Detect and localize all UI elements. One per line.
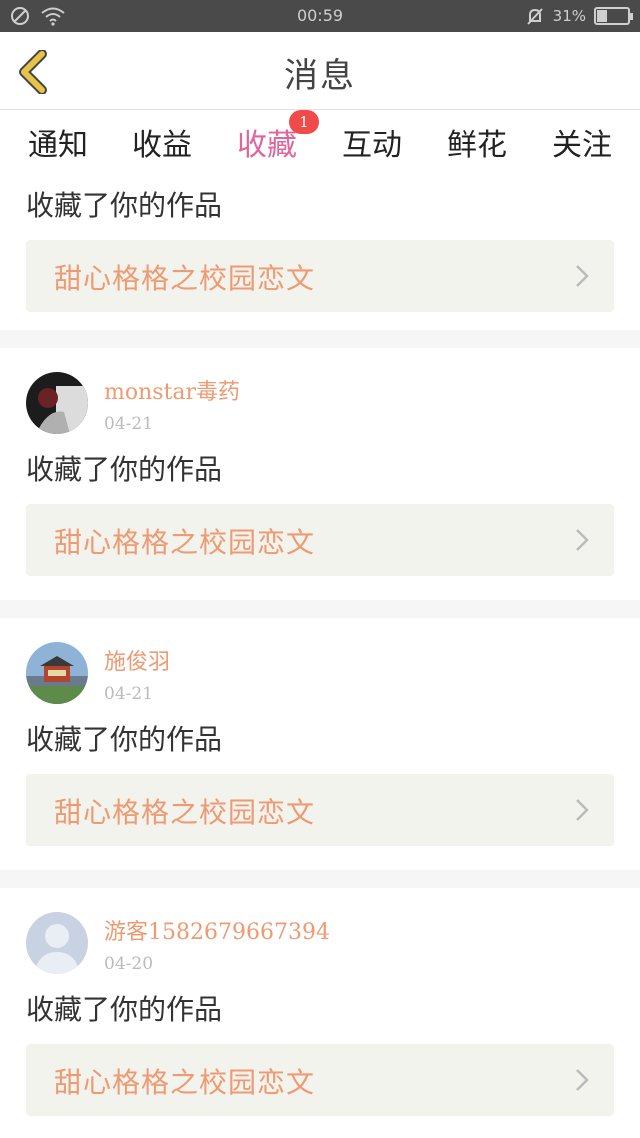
message-date: 04-20 bbox=[104, 954, 154, 974]
user-avatar[interactable] bbox=[26, 912, 88, 974]
message-action: 收藏了你的作品 bbox=[26, 453, 223, 486]
message-action: 收藏了你的作品 bbox=[26, 189, 223, 222]
username[interactable]: monstar毒药 bbox=[104, 374, 240, 406]
message-card: 游客15826796673​94 04-20 收藏了你的作品 甜心格格之校园恋文 bbox=[0, 888, 640, 1138]
work-link[interactable]: 甜心格格之校园恋文 bbox=[26, 240, 614, 312]
chevron-right-icon bbox=[576, 529, 589, 551]
message-card: 收藏了你的作品 甜心格格之校园恋文 bbox=[0, 170, 640, 330]
username[interactable]: 施俊羽 bbox=[104, 644, 170, 676]
battery-icon bbox=[594, 7, 633, 25]
message-date: 04-21 bbox=[104, 684, 154, 704]
user-avatar[interactable] bbox=[26, 642, 88, 704]
work-title: 甜心格格之校园恋文 bbox=[54, 262, 316, 295]
work-link[interactable]: 甜心格格之校园恋文 bbox=[26, 1044, 614, 1116]
chevron-right-icon bbox=[576, 799, 589, 821]
chevron-right-icon bbox=[576, 1069, 589, 1091]
message-list: 收藏了你的作品 甜心格格之校园恋文 monstar毒药 04-21 收藏了你的作… bbox=[0, 170, 640, 1138]
user-avatar[interactable] bbox=[26, 372, 88, 434]
battery-percent: 31% bbox=[552, 7, 586, 25]
user-row: 施俊羽 04-21 bbox=[26, 642, 614, 708]
tab-flowers[interactable]: 鲜花 bbox=[447, 120, 507, 164]
battery-level bbox=[597, 10, 607, 22]
chevron-right-icon bbox=[576, 265, 589, 287]
dark-photo-avatar-icon bbox=[26, 372, 88, 434]
default-avatar-icon bbox=[26, 912, 88, 974]
unread-badge: 1 bbox=[289, 110, 319, 134]
work-link[interactable]: 甜心格格之校园恋文 bbox=[26, 504, 614, 576]
message-action: 收藏了你的作品 bbox=[26, 723, 223, 756]
work-title: 甜心格格之校园恋文 bbox=[54, 1066, 316, 1099]
message-card: monstar毒药 04-21 收藏了你的作品 甜心格格之校园恋文 bbox=[0, 348, 640, 600]
status-bar: 00:59 31% bbox=[0, 0, 640, 32]
work-title: 甜心格格之校园恋文 bbox=[54, 526, 316, 559]
message-date: 04-21 bbox=[104, 414, 154, 434]
work-link[interactable]: 甜心格格之校园恋文 bbox=[26, 774, 614, 846]
tab-favorites[interactable]: 收藏 1 bbox=[237, 110, 319, 176]
message-card: 施俊羽 04-21 收藏了你的作品 甜心格格之校园恋文 bbox=[0, 618, 640, 870]
tab-interactions[interactable]: 互动 bbox=[342, 120, 402, 164]
tab-notifications[interactable]: 通知 bbox=[28, 120, 88, 164]
app-header: 消息 bbox=[0, 32, 640, 110]
tab-earnings[interactable]: 收益 bbox=[132, 120, 192, 164]
tab-following[interactable]: 关注 bbox=[552, 120, 612, 164]
user-row: monstar毒药 04-21 bbox=[26, 372, 614, 438]
page-title: 消息 bbox=[284, 56, 356, 96]
message-action: 收藏了你的作品 bbox=[26, 993, 223, 1026]
user-row: 游客15826796673​94 04-20 bbox=[26, 912, 614, 978]
username[interactable]: 游客15826796673​94 bbox=[104, 914, 330, 946]
mute-bell-icon bbox=[526, 8, 543, 25]
work-title: 甜心格格之校园恋文 bbox=[54, 796, 316, 829]
building-photo-avatar-icon bbox=[26, 642, 88, 704]
tab-bar: 通知 收益 收藏 1 互动 鲜花 关注 bbox=[0, 110, 640, 176]
